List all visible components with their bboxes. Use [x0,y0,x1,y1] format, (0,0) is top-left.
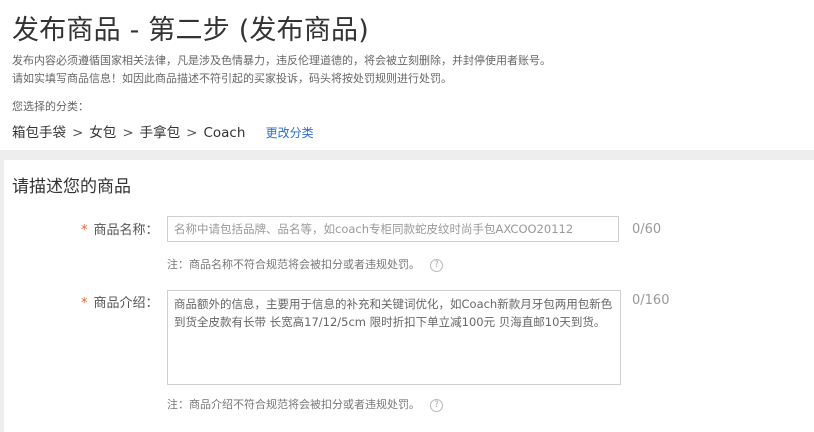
breadcrumb-item: 女包 [89,125,117,141]
breadcrumb-item: Coach [203,125,246,141]
change-category-link[interactable]: 更改分类 [266,124,314,141]
legal-notice-line-1: 发布内容必须遵循国家相关法律，凡是涉及色情暴力，违反伦理道德的，将会被立刻删除，… [12,54,551,67]
product-name-counter: 0/60 [632,222,662,237]
category-label: 您选择的分类： [12,100,89,113]
product-name-input[interactable] [168,217,618,241]
breadcrumb-separator: > [72,125,84,141]
product-desc-note: 注：商品介绍不符合规范将会被扣分或者违规处罚。? [167,396,443,412]
breadcrumb-separator: > [122,125,134,141]
product-desc-label: * 商品介绍： [81,296,159,311]
section-divider [0,150,814,160]
product-name-label: * 商品名称： [81,223,159,238]
help-icon[interactable]: ? [430,258,443,272]
category-breadcrumb: 箱包手袋 > 女包 > 手拿包 > Coach 更改分类 [12,121,314,141]
breadcrumb-separator: > [186,125,198,141]
product-name-note: 注：商品名称不符合规范将会被扣分或者违规处罚。? [167,256,443,272]
page-title: 发布商品 - 第二步 (发布商品) [12,15,369,46]
required-mark: * [81,296,88,311]
legal-notice-line-2: 请如实填写商品信息！如因此商品描述不符引起的买家投诉，码头将按处罚规则进行处罚。 [12,72,452,85]
help-icon[interactable]: ? [430,398,443,412]
product-desc-field[interactable] [167,290,621,385]
left-border-strip [0,160,4,432]
product-name-field[interactable] [167,216,619,242]
product-desc-counter: 0/160 [632,293,670,308]
section-title: 请描述您的商品 [12,177,131,197]
breadcrumb-item: 箱包手袋 [12,125,66,141]
product-desc-textarea[interactable] [168,291,620,384]
page-header: 发布商品 - 第二步 (发布商品) 发布内容必须遵循国家相关法律，凡是涉及色情暴… [0,0,814,150]
required-mark: * [81,223,88,238]
breadcrumb-item: 手拿包 [139,125,181,141]
